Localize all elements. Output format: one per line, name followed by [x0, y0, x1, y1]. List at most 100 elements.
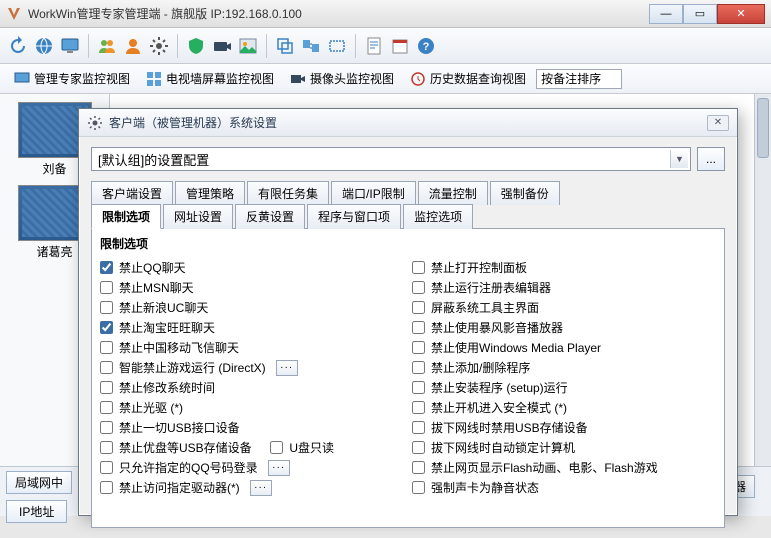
tool-capture-icon[interactable]	[325, 34, 349, 58]
tab-program-window[interactable]: 程序与窗口项	[307, 204, 401, 229]
tab-limited-tasks[interactable]: 有限任务集	[247, 181, 329, 205]
chk-mute[interactable]: 强制声卡为静音状态	[412, 479, 716, 496]
chk-wmp[interactable]: 禁止使用Windows Media Player	[412, 339, 716, 356]
dialog-titlebar[interactable]: 客户端（被管理机器）系统设置 ✕	[79, 109, 737, 137]
chk-system-tools[interactable]: 屏蔽系统工具主界面	[412, 299, 716, 316]
checkbox[interactable]	[412, 281, 425, 294]
tab-url-settings[interactable]: 网址设置	[163, 204, 233, 229]
chk-setup[interactable]: 禁止安装程序 (setup)运行	[412, 379, 716, 396]
chk-system-time[interactable]: 禁止修改系统时间	[100, 379, 404, 396]
chk-usb-storage[interactable]	[100, 441, 113, 454]
right-column: 禁止打开控制面板 禁止运行注册表编辑器 屏蔽系统工具主界面 禁止使用暴风影音播放…	[412, 256, 716, 499]
chk-qq[interactable]: 禁止QQ聊天	[100, 259, 404, 276]
checkbox-label: 禁止添加/删除程序	[431, 359, 530, 376]
tab-anti-porn[interactable]: 反黄设置	[235, 204, 305, 229]
maximize-button[interactable]: ▭	[683, 4, 717, 24]
tool-help-icon[interactable]: ?	[414, 34, 438, 58]
chk-msn[interactable]: 禁止MSN聊天	[100, 279, 404, 296]
view-camera[interactable]: 摄像头监控视图	[284, 68, 400, 89]
checkbox[interactable]	[412, 301, 425, 314]
chk-add-remove[interactable]: 禁止添加/删除程序	[412, 359, 716, 376]
chk-regedit[interactable]: 禁止运行注册表编辑器	[412, 279, 716, 296]
checkbox-label: 禁止淘宝旺旺聊天	[119, 319, 215, 336]
view-expert-monitor[interactable]: 管理专家监控视图	[8, 68, 136, 89]
scroll-thumb[interactable]	[757, 98, 769, 158]
checkbox[interactable]	[100, 401, 113, 414]
checkbox[interactable]	[100, 261, 113, 274]
chk-qq-whitelist[interactable]: 只允许指定的QQ号码登录···	[100, 459, 404, 476]
tab-management-policy[interactable]: 管理策略	[175, 181, 245, 205]
checkbox[interactable]	[100, 361, 113, 374]
chk-usb-on-unplug[interactable]: 拔下网线时禁用USB存储设备	[412, 419, 716, 436]
checkbox[interactable]	[100, 381, 113, 394]
history-icon	[410, 71, 426, 87]
chk-safe-mode[interactable]: 禁止开机进入安全模式 (*)	[412, 399, 716, 416]
tool-calendar-icon[interactable]	[388, 34, 412, 58]
browse-button[interactable]: ...	[697, 147, 725, 171]
tool-transfer-icon[interactable]	[299, 34, 323, 58]
checkbox[interactable]	[100, 421, 113, 434]
tool-profile-icon[interactable]	[121, 34, 145, 58]
checkbox[interactable]	[412, 421, 425, 434]
tool-settings-icon[interactable]	[147, 34, 171, 58]
view-tvwall[interactable]: 电视墙屏幕监控视图	[140, 68, 280, 89]
chk-baofeng[interactable]: 禁止使用暴风影音播放器	[412, 319, 716, 336]
tab-client-settings[interactable]: 客户端设置	[91, 181, 173, 205]
lan-tab-button[interactable]: 局域网中	[6, 471, 72, 494]
chk-all-usb[interactable]: 禁止一切USB接口设备	[100, 419, 404, 436]
chk-feixin[interactable]: 禁止中国移动飞信聊天	[100, 339, 404, 356]
checkbox[interactable]	[412, 461, 425, 474]
tab-monitor-options[interactable]: 监控选项	[403, 204, 473, 229]
ip-address-button[interactable]: IP地址	[6, 500, 67, 523]
checkbox[interactable]	[412, 261, 425, 274]
checkbox[interactable]	[412, 381, 425, 394]
tab-port-ip-limit[interactable]: 端口/IP限制	[331, 181, 416, 205]
tab-force-backup[interactable]: 强制备份	[490, 181, 560, 205]
group-config-dropdown[interactable]: [默认组]的设置配置 ▼	[91, 147, 691, 171]
chk-lock-on-unplug[interactable]: 拔下网线时自动锁定计算机	[412, 439, 716, 456]
tool-copy-icon[interactable]	[273, 34, 297, 58]
checkbox[interactable]	[100, 341, 113, 354]
checkbox[interactable]	[100, 481, 113, 494]
checkbox[interactable]	[412, 441, 425, 454]
chk-sina-uc[interactable]: 禁止新浪UC聊天	[100, 299, 404, 316]
tab-restriction-options[interactable]: 限制选项	[91, 204, 161, 229]
minimize-button[interactable]: —	[649, 4, 683, 24]
tool-notes-icon[interactable]	[362, 34, 386, 58]
tool-users-icon[interactable]	[95, 34, 119, 58]
chk-usb-readonly[interactable]	[270, 441, 283, 454]
close-button[interactable]: ✕	[717, 4, 765, 24]
tool-globe-icon[interactable]	[32, 34, 56, 58]
tool-shield-icon[interactable]	[184, 34, 208, 58]
chk-directx-games[interactable]: 智能禁止游戏运行 (DirectX)···	[100, 359, 404, 376]
dialog-close-button[interactable]: ✕	[707, 115, 729, 131]
checkbox[interactable]	[100, 281, 113, 294]
checkbox[interactable]	[412, 481, 425, 494]
tool-refresh-icon[interactable]	[6, 34, 30, 58]
checkbox[interactable]	[100, 301, 113, 314]
tab-traffic-control[interactable]: 流量控制	[418, 181, 488, 205]
checkbox[interactable]	[412, 321, 425, 334]
checkbox[interactable]	[100, 461, 113, 474]
checkbox[interactable]	[412, 401, 425, 414]
view-history[interactable]: 历史数据查询视图	[404, 68, 532, 89]
chk-cdrom[interactable]: 禁止光驱 (*)	[100, 399, 404, 416]
dropdown-value: [默认组]的设置配置	[98, 150, 209, 169]
tool-camera-icon[interactable]	[210, 34, 234, 58]
checkbox[interactable]	[412, 361, 425, 374]
tool-monitor-icon[interactable]	[58, 34, 82, 58]
chk-drive-access[interactable]: 禁止访问指定驱动器(*)···	[100, 479, 404, 496]
view-label: 管理专家监控视图	[34, 70, 130, 87]
more-button[interactable]: ···	[276, 360, 298, 376]
sort-dropdown[interactable]: 按备注排序	[536, 69, 622, 89]
dropdown-arrow-icon[interactable]: ▼	[670, 150, 688, 168]
more-button[interactable]: ···	[268, 460, 290, 476]
chk-wangwang[interactable]: 禁止淘宝旺旺聊天	[100, 319, 404, 336]
checkbox[interactable]	[412, 341, 425, 354]
chk-control-panel[interactable]: 禁止打开控制面板	[412, 259, 716, 276]
checkbox[interactable]	[100, 321, 113, 334]
more-button[interactable]: ···	[250, 480, 272, 496]
chk-flash[interactable]: 禁止网页显示Flash动画、电影、Flash游戏	[412, 459, 716, 476]
tool-image-icon[interactable]	[236, 34, 260, 58]
vertical-scrollbar[interactable]	[754, 94, 771, 516]
